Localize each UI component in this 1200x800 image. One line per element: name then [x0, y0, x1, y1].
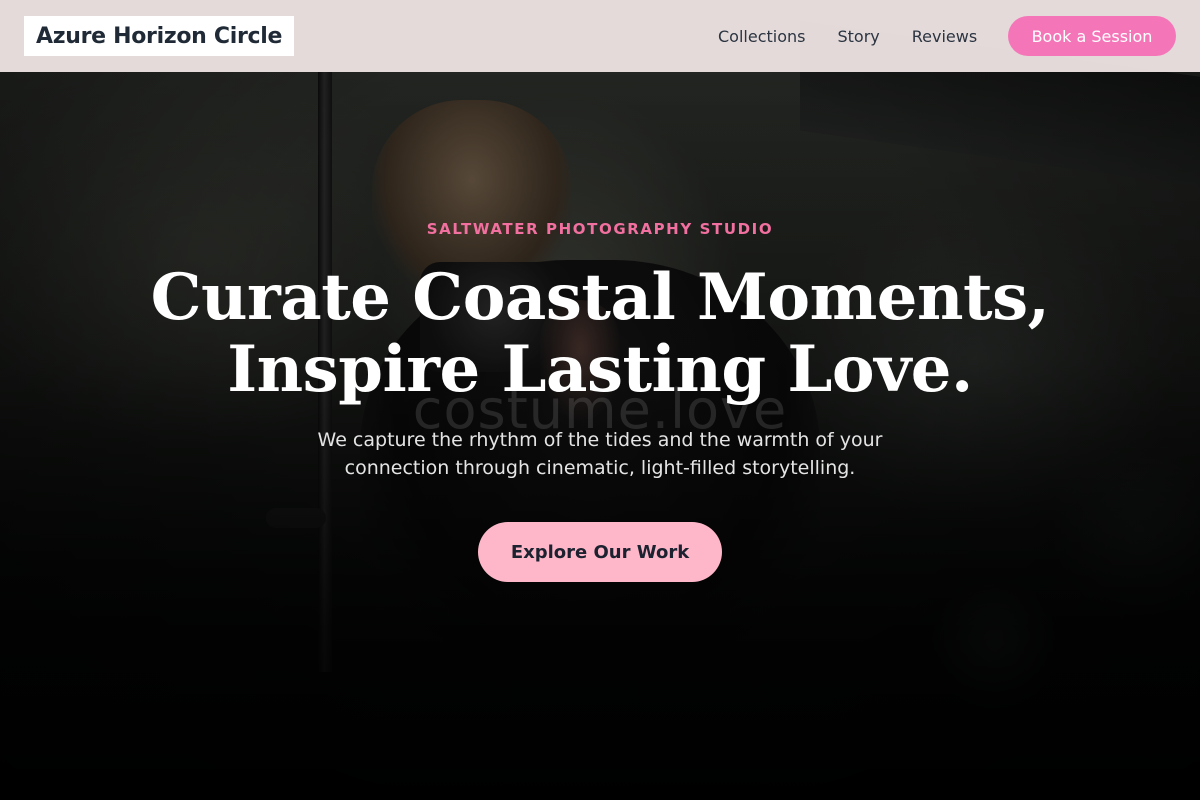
book-session-button[interactable]: Book a Session: [1008, 16, 1176, 56]
main-nav: Collections Story Reviews: [718, 0, 1009, 72]
hero-eyebrow: SALTWATER PHOTOGRAPHY STUDIO: [426, 220, 774, 238]
hero-headline-line1: Curate Coastal Moments,: [150, 260, 1050, 335]
site-header: Azure Horizon Circle Collections Story R…: [0, 0, 1200, 72]
hero-headline-line2: Inspire Lasting Love.: [227, 332, 973, 407]
nav-link-reviews[interactable]: Reviews: [912, 27, 977, 46]
hero-subtext: We capture the rhythm of the tides and t…: [317, 429, 883, 479]
nav-link-collections[interactable]: Collections: [718, 27, 805, 46]
nav-link-story[interactable]: Story: [837, 27, 879, 46]
brand-logo[interactable]: Azure Horizon Circle: [24, 16, 295, 56]
hero-headline: Curate Coastal Moments, Inspire Lasting …: [100, 262, 1100, 406]
explore-work-button[interactable]: Explore Our Work: [478, 522, 722, 582]
